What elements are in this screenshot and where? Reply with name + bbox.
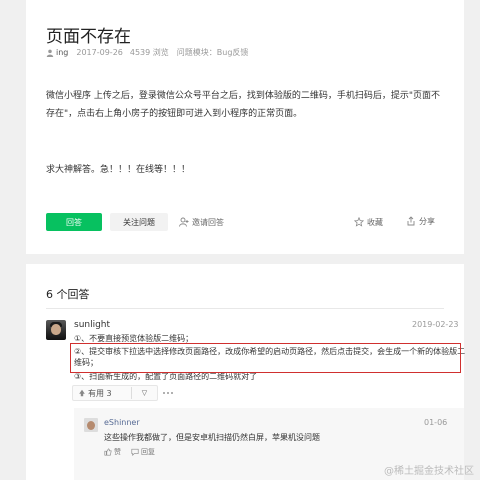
- reply-text: 这些操作我都做了，但是安卓机扫描仍然白屏，苹果机没问题: [104, 433, 320, 442]
- like-label: 赞: [114, 448, 121, 456]
- add-user-icon: [179, 217, 189, 227]
- reply-label: 回复: [141, 448, 155, 456]
- share-button[interactable]: 分享: [406, 213, 435, 229]
- reply-actions: 赞 回复: [104, 447, 155, 457]
- answers-card: 6 个回答 sunlight 2019-02-23 ①、不要直接预览体验版二维码…: [26, 264, 465, 480]
- more-options-icon[interactable]: [163, 388, 177, 398]
- question-title: 页面不存在: [46, 27, 131, 47]
- avatar-face: [51, 324, 61, 335]
- follow-question-button[interactable]: 关注问题: [110, 213, 168, 231]
- reply-date: 01-06: [424, 418, 448, 427]
- highlight-annotation: [70, 343, 461, 373]
- useful-button[interactable]: 有用 3: [73, 388, 131, 399]
- question-author[interactable]: ing: [56, 48, 68, 57]
- collect-button[interactable]: 收藏: [354, 214, 383, 230]
- share-label: 分享: [419, 216, 435, 226]
- collect-label: 收藏: [367, 217, 383, 227]
- thumbs-up-icon: [79, 389, 85, 397]
- avatar[interactable]: [46, 320, 66, 340]
- watermark: @稀土掘金技术社区: [384, 466, 474, 477]
- question-body: 微信小程序 上传之后，登录微信公众号平台之后，找到体验版的二维码，手机扫码后，提…: [46, 91, 441, 119]
- not-useful-button[interactable]: ▽: [132, 389, 157, 397]
- question-meta: ing 2017-09-26 4539 浏览 问题模块：Bug反馈: [46, 47, 248, 58]
- answers-count: 6 个回答: [46, 288, 90, 301]
- like-button[interactable]: 赞: [104, 447, 121, 457]
- like-icon: [104, 448, 112, 456]
- question-body-extra: 求大神解答。急！！！在线等！！！: [46, 165, 191, 175]
- answer-button[interactable]: 回答: [46, 213, 102, 231]
- useful-label: 有用 3: [88, 388, 112, 398]
- reply-author[interactable]: eShinner: [104, 418, 140, 427]
- share-icon: [407, 216, 415, 226]
- comment-icon: [131, 448, 139, 456]
- question-date: 2017-09-26: [76, 48, 123, 57]
- answer-date: 2019-02-23: [412, 320, 459, 329]
- invite-answer-button[interactable]: 邀请回答: [179, 214, 224, 230]
- question-card: 页面不存在 ing 2017-09-26 4539 浏览 问题模块：Bug反馈 …: [26, 0, 464, 254]
- divider: [46, 308, 444, 309]
- vote-control: 有用 3 ▽: [72, 385, 158, 401]
- invite-answer-label: 邀请回答: [192, 217, 224, 227]
- question-module[interactable]: 问题模块：Bug反馈: [177, 47, 249, 58]
- user-icon: [46, 49, 54, 57]
- question-views: 4539 浏览: [129, 48, 169, 57]
- answer-author[interactable]: sunlight: [74, 320, 110, 330]
- reply-avatar[interactable]: [84, 418, 98, 432]
- star-icon: [354, 217, 364, 227]
- reply-button[interactable]: 回复: [131, 447, 155, 457]
